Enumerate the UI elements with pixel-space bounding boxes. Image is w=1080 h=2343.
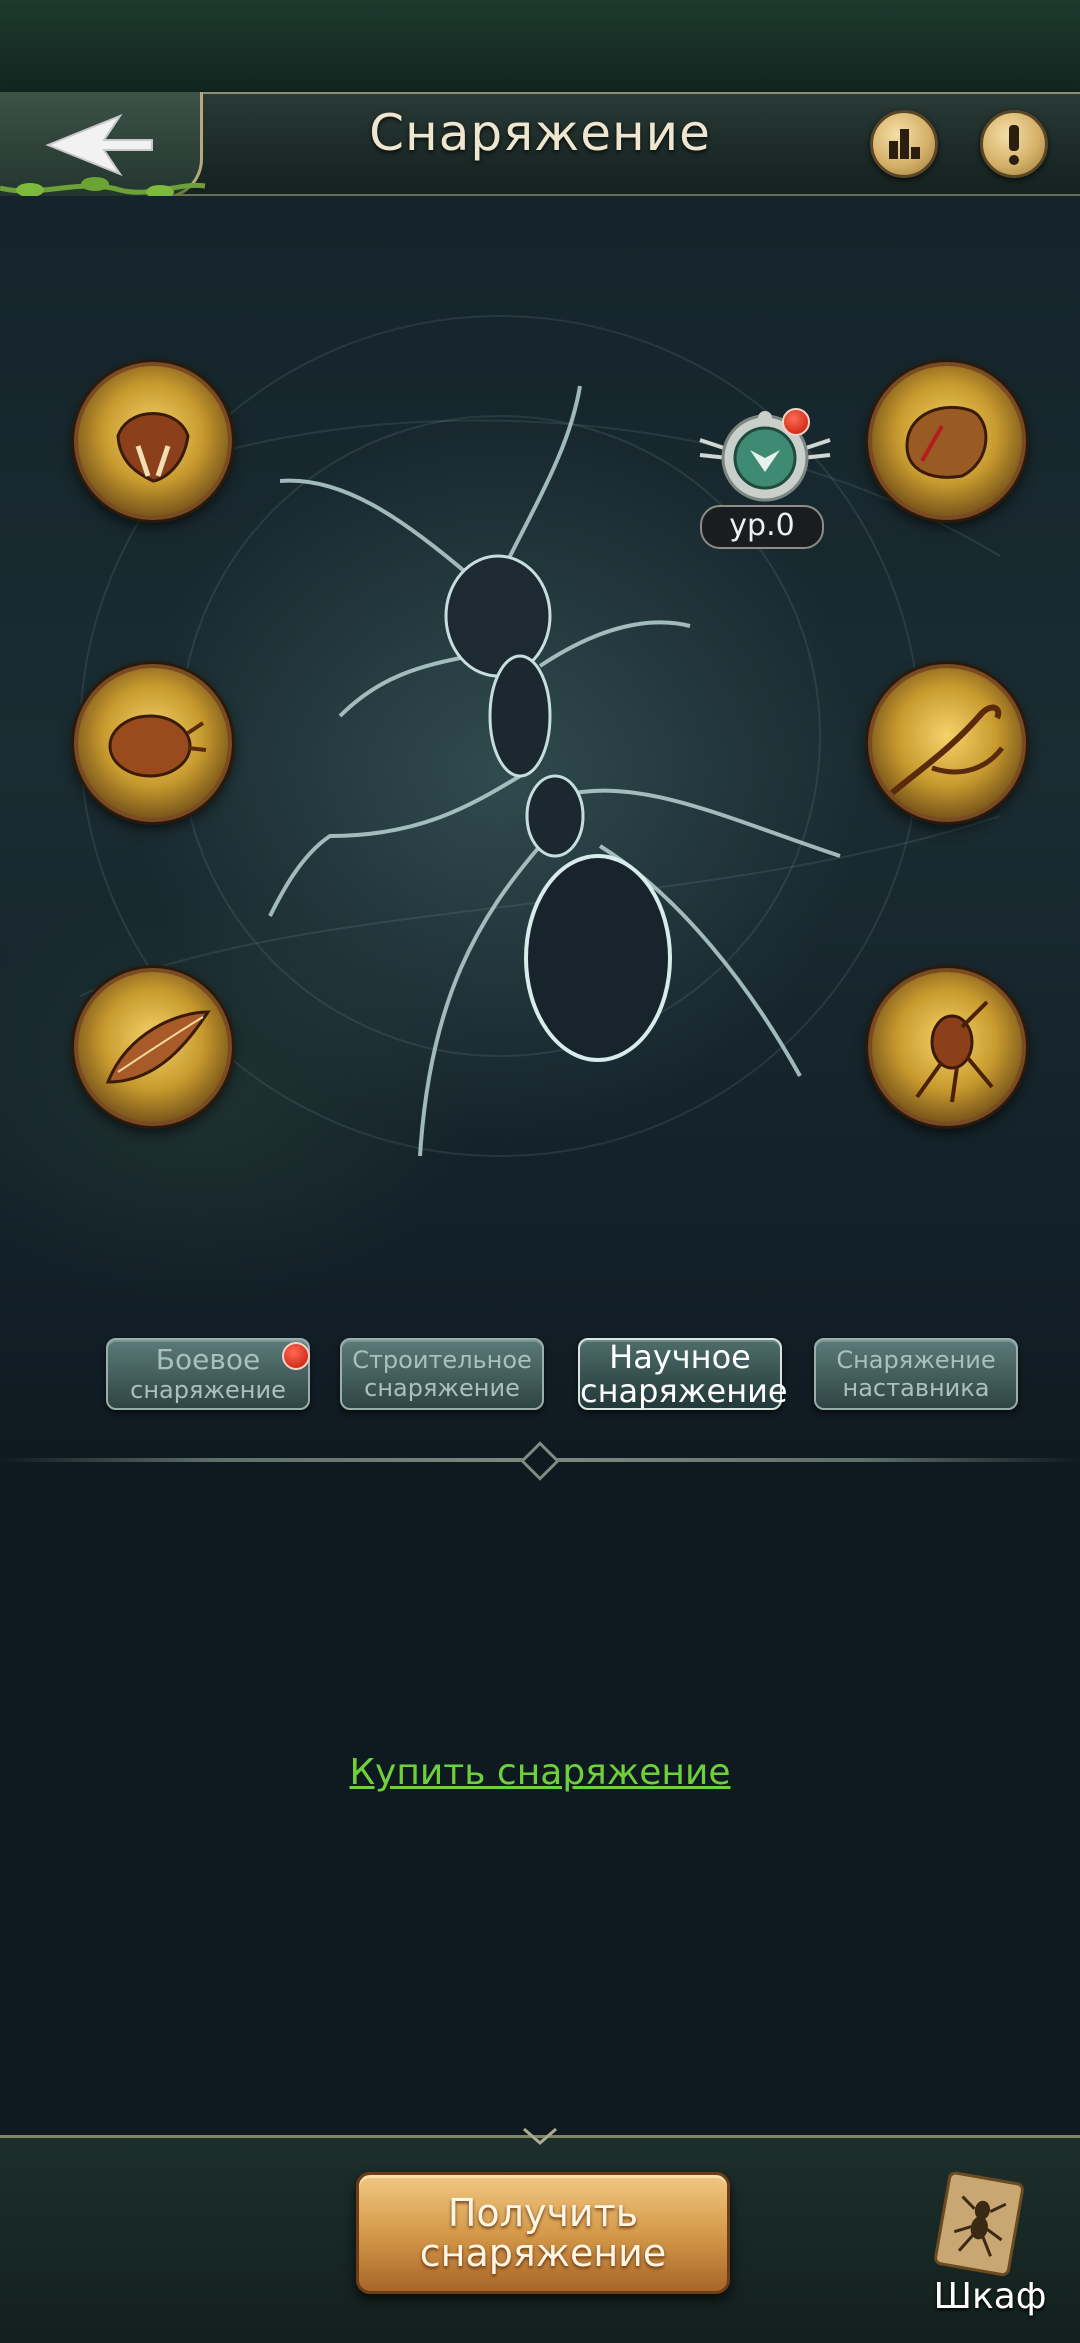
equipment-slot-legs[interactable]: [868, 664, 1026, 822]
equipment-slot-head[interactable]: [74, 362, 232, 520]
get-button-line2: снаряжение: [419, 2231, 667, 2275]
ranking-button[interactable]: [870, 110, 938, 178]
tab-label-line1: Снаряжение: [836, 1346, 996, 1374]
tab-label-line2: снаряжение: [364, 1374, 520, 1402]
top-decor-strip: [0, 0, 1080, 94]
closet-scroll-icon: [934, 2171, 1024, 2277]
equipment-slot-thorax[interactable]: [74, 664, 232, 822]
tab-science-equipment[interactable]: Научное снаряжение: [578, 1338, 788, 1410]
tab-combat-equipment[interactable]: Боевое снаряжение: [106, 1338, 310, 1410]
tab-label-line2: снаряжение: [580, 1372, 788, 1410]
tab-label-line1: Строительное: [352, 1346, 532, 1374]
equipment-slot-wing[interactable]: [74, 968, 232, 1126]
tab-construction-equipment[interactable]: Строительное снаряжение: [340, 1338, 544, 1410]
insect-icon: [915, 1000, 994, 1103]
spider-leg-icon: [890, 704, 1004, 796]
equipment-slot-helmet[interactable]: [868, 362, 1026, 520]
closet-button[interactable]: Шкаф: [920, 2170, 1060, 2320]
get-equipment-button[interactable]: Получить снаряжение: [356, 2172, 730, 2294]
exclamation-icon: [1009, 125, 1019, 165]
equipment-tabs: Боевое снаряжение Строительное снаряжени…: [0, 1330, 1080, 1430]
helmet-icon: [905, 405, 988, 479]
buy-equipment-link[interactable]: Купить снаряжение: [0, 1752, 1080, 1793]
shield-emblem-icon: [699, 411, 831, 502]
tab-label-line2: наставника: [842, 1374, 990, 1402]
tab-mentor-equipment[interactable]: Снаряжение наставника: [814, 1338, 1018, 1410]
level-label: ур.0: [700, 505, 824, 549]
combat-tab-notification-dot: [282, 1342, 310, 1370]
chevron-down-icon: [523, 2127, 557, 2145]
wing-icon: [105, 1010, 211, 1084]
beetle-head-icon: [116, 412, 190, 483]
tab-label-line1: Научное: [609, 1338, 751, 1376]
ranking-bars-icon: [889, 129, 920, 159]
tab-label-line1: Боевое: [155, 1343, 261, 1376]
level-notification-dot: [782, 408, 810, 436]
get-button-line1: Получить: [447, 2191, 639, 2235]
closet-label: Шкаф: [933, 2276, 1047, 2317]
info-button[interactable]: [980, 110, 1048, 178]
tab-label-line2: снаряжение: [130, 1376, 286, 1404]
carapace-icon: [108, 714, 207, 778]
equipment-slot-claw[interactable]: [868, 968, 1026, 1126]
